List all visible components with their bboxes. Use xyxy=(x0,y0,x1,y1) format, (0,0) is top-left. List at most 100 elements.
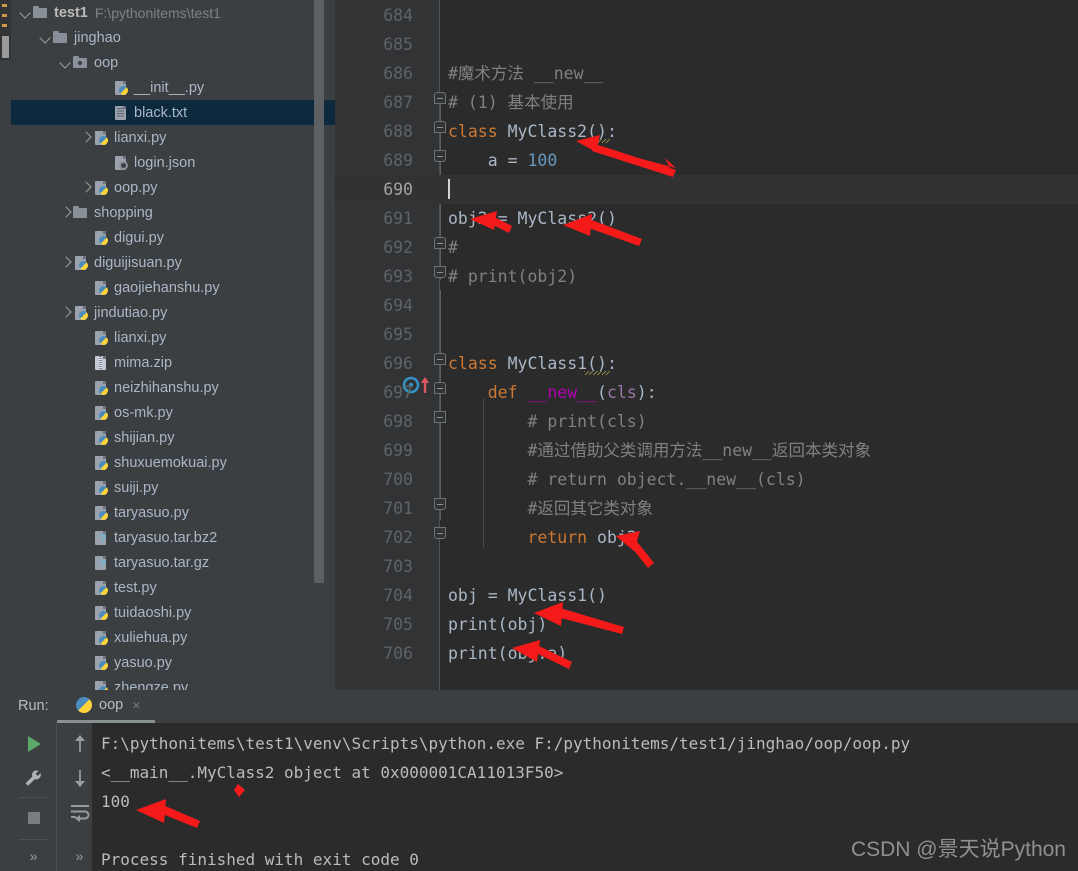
chevron-right-icon[interactable] xyxy=(59,306,72,319)
chevron-down-icon[interactable] xyxy=(59,56,72,69)
tree-item-neizhihanshu-py[interactable]: neizhihanshu.py xyxy=(11,375,335,400)
tree-item-taryasuo-tar-bz2[interactable]: ? taryasuo.tar.bz2 xyxy=(11,525,335,550)
tree-item-shuxuemokuai-py[interactable]: shuxuemokuai.py xyxy=(11,450,335,475)
line-code: print(obj.a) xyxy=(448,639,567,668)
stop-button[interactable] xyxy=(11,801,56,835)
run-configurations-button[interactable] xyxy=(11,761,56,795)
chevrons-right-icon: » xyxy=(29,848,38,864)
editor-line-697[interactable]: 697 def __new__(cls): xyxy=(335,378,1078,407)
expand-toolbar-left-button[interactable]: » xyxy=(11,839,56,871)
editor-line-692[interactable]: 692 # xyxy=(335,233,1078,262)
editor-line-696[interactable]: 696 class MyClass1(): xyxy=(335,349,1078,378)
tree-item-taryasuo-tar-gz[interactable]: ? taryasuo.tar.gz xyxy=(11,550,335,575)
tree-item-shopping[interactable]: shopping xyxy=(11,200,335,225)
line-number: 695 xyxy=(383,325,413,344)
line-code: obj = MyClass1() xyxy=(448,581,607,610)
tree-item-label: diguijisuan.py xyxy=(94,254,182,271)
tree-item-jinghao[interactable]: jinghao xyxy=(11,25,335,50)
chevron-down-icon[interactable] xyxy=(19,6,32,19)
line-number: 693 xyxy=(383,267,413,286)
strip-marker-1 xyxy=(2,4,7,7)
tree-item-label: digui.py xyxy=(114,229,164,246)
chevron-right-icon[interactable] xyxy=(79,131,92,144)
watermark: CSDN @景天说Python xyxy=(850,838,1066,861)
project-tree-scrollbar[interactable] xyxy=(314,0,324,583)
tree-item---init---py[interactable]: __init__.py xyxy=(11,75,335,100)
editor-line-698[interactable]: 698 # print(cls) xyxy=(335,407,1078,436)
line-number: 702 xyxy=(383,528,413,547)
tree-item-oop-py[interactable]: oop.py xyxy=(11,175,335,200)
tree-item-lianxi-py[interactable]: lianxi.py xyxy=(11,125,335,150)
editor-line-701[interactable]: 701 #返回其它类对象 xyxy=(335,494,1078,523)
tree-item-suiji-py[interactable]: suiji.py xyxy=(11,475,335,500)
line-code: obj2 = MyClass2() xyxy=(448,204,617,233)
editor-line-695[interactable]: 695 xyxy=(335,320,1078,349)
tree-item-lianxi-py[interactable]: lianxi.py xyxy=(11,325,335,350)
tree-item-label: suiji.py xyxy=(114,479,159,496)
tree-item-shijian-py[interactable]: shijian.py xyxy=(11,425,335,450)
tree-item-label: shopping xyxy=(94,204,153,221)
close-icon[interactable]: × xyxy=(132,698,140,712)
code-token: # xyxy=(448,238,458,257)
tree-item-zhengze-py[interactable]: zhengze.py xyxy=(11,675,335,690)
editor-line-702[interactable]: 702 return obj2 xyxy=(335,523,1078,552)
tree-item-tuidaoshi-py[interactable]: tuidaoshi.py xyxy=(11,600,335,625)
pycharm-window: test1 F:\pythonitems\test1 jinghao oop __ini… xyxy=(0,0,1078,871)
run-tab-oop[interactable]: oop × xyxy=(68,690,149,723)
python-file-icon xyxy=(72,304,89,321)
strip-scroll-thumb[interactable] xyxy=(2,36,9,58)
tree-item-login-json[interactable]: login.json xyxy=(11,150,335,175)
editor-line-694[interactable]: 694 xyxy=(335,291,1078,320)
tree-item-label: os-mk.py xyxy=(114,404,173,421)
editor-line-705[interactable]: 705 print(obj) xyxy=(335,610,1078,639)
chevron-down-icon[interactable] xyxy=(39,31,52,44)
editor-line-685[interactable]: 685 xyxy=(335,30,1078,59)
warning-squiggle-696 xyxy=(584,371,610,375)
tree-item-mima-zip[interactable]: mima.zip xyxy=(11,350,335,375)
tree-item-black-txt[interactable]: black.txt xyxy=(11,100,335,125)
tree-item-test1[interactable]: test1 F:\pythonitems\test1 xyxy=(11,0,335,25)
tree-item-xuliehua-py[interactable]: xuliehua.py xyxy=(11,625,335,650)
editor-line-700[interactable]: 700 # return object.__new__(cls) xyxy=(335,465,1078,494)
chevron-right-icon[interactable] xyxy=(59,206,72,219)
run-tab-bar: Run: oop × xyxy=(11,690,1078,723)
run-console-output[interactable]: F:\pythonitems\test1\venv\Scripts\python… xyxy=(92,723,1078,871)
tree-item-diguijisuan-py[interactable]: diguijisuan.py xyxy=(11,250,335,275)
editor-line-693[interactable]: 693 # print(obj2) xyxy=(335,262,1078,291)
tree-item-oop[interactable]: oop xyxy=(11,50,335,75)
editor-line-686[interactable]: 686 #魔术方法 __new__ xyxy=(335,59,1078,88)
tree-item-gaojiehanshu-py[interactable]: gaojiehanshu.py xyxy=(11,275,335,300)
editor-line-699[interactable]: 699 #通过借助父类调用方法__new__返回本类对象 xyxy=(335,436,1078,465)
tree-item-test-py[interactable]: test.py xyxy=(11,575,335,600)
tree-item-os-mk-py[interactable]: os-mk.py xyxy=(11,400,335,425)
tree-item-jindutiao-py[interactable]: jindutiao.py xyxy=(11,300,335,325)
chevron-right-icon[interactable] xyxy=(59,256,72,269)
tree-item-label: shijian.py xyxy=(114,429,175,446)
chevron-right-icon[interactable] xyxy=(79,181,92,194)
editor-line-703[interactable]: 703 xyxy=(335,552,1078,581)
editor-line-704[interactable]: 704 obj = MyClass1() xyxy=(335,581,1078,610)
project-tree-panel[interactable]: test1 F:\pythonitems\test1 jinghao oop __ini… xyxy=(11,0,335,690)
tree-item-taryasuo-py[interactable]: taryasuo.py xyxy=(11,500,335,525)
editor-line-684[interactable]: 684 xyxy=(335,1,1078,30)
editor-line-706[interactable]: 706 print(obj.a) xyxy=(335,639,1078,668)
editor-line-688[interactable]: 688 class MyClass2(): xyxy=(335,117,1078,146)
code-token: ): xyxy=(636,383,657,402)
tree-item-yasuo-py[interactable]: yasuo.py xyxy=(11,650,335,675)
code-editor[interactable]: 684 685 686 #魔术方法 __new__ 687 # (1) 基本使用 688 cl… xyxy=(335,0,1078,690)
line-code: # (1) 基本使用 xyxy=(448,88,574,117)
editor-line-690[interactable]: 690 xyxy=(335,175,1078,204)
rerun-button[interactable] xyxy=(11,727,56,761)
editor-line-687[interactable]: 687 # (1) 基本使用 xyxy=(335,88,1078,117)
line-code: # return object.__new__(cls) xyxy=(448,465,805,494)
editor-line-689[interactable]: 689 a = 100 xyxy=(335,146,1078,175)
code-token: # print(cls) xyxy=(448,412,647,431)
tree-item-digui-py[interactable]: digui.py xyxy=(11,225,335,250)
editor-line-691[interactable]: 691 obj2 = MyClass2() xyxy=(335,204,1078,233)
